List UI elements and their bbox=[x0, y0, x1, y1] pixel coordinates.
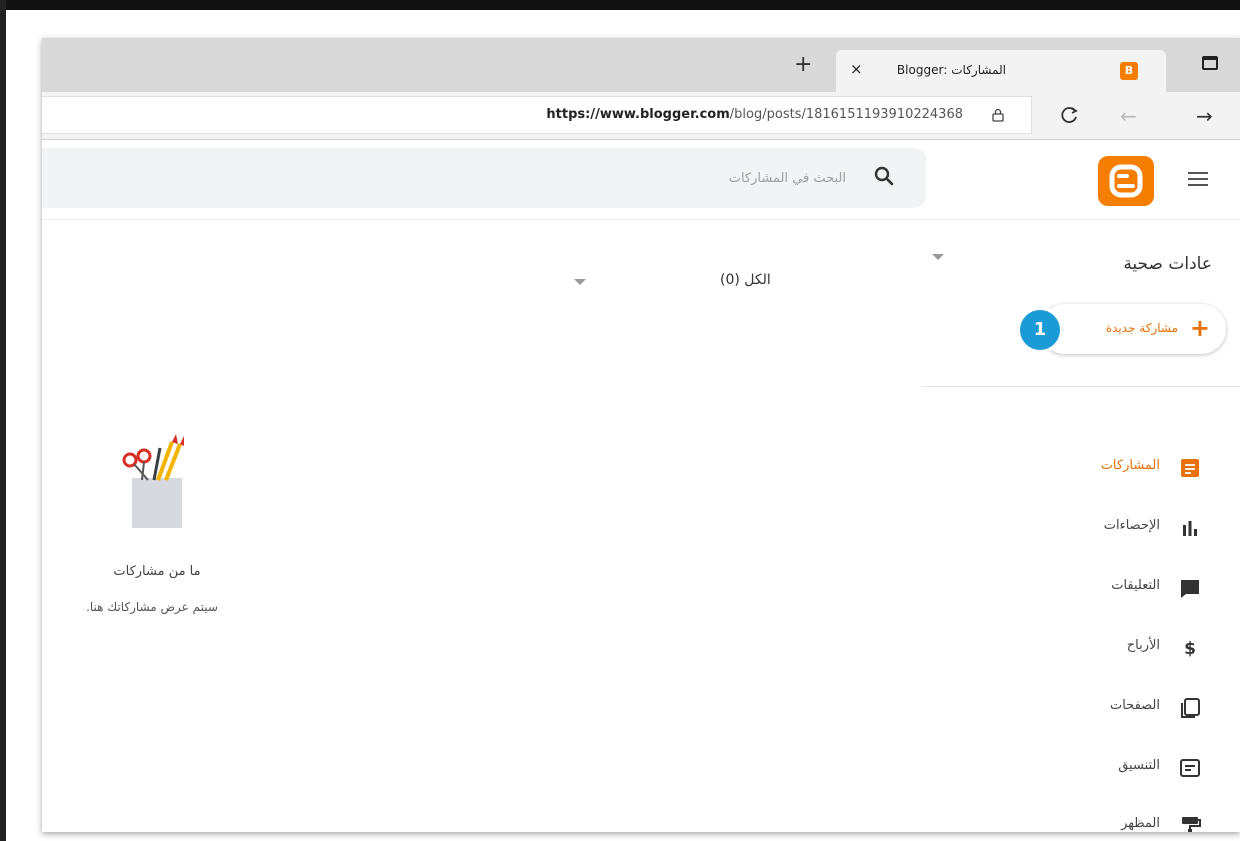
blogger-favicon-icon: B bbox=[1120, 62, 1138, 80]
plus-icon: + bbox=[1189, 314, 1210, 342]
tab-strip: + × المشاركات :Blogger B bbox=[42, 38, 1240, 92]
filter-dropdown-chevron-icon[interactable] bbox=[574, 279, 586, 285]
blogger-logo[interactable] bbox=[1098, 156, 1154, 206]
browser-window: + × المشاركات :Blogger B https://www.blo… bbox=[42, 38, 1240, 832]
theme-icon bbox=[1182, 817, 1201, 832]
empty-state-title: ما من مشاركات bbox=[113, 564, 201, 579]
sidebar-item-stats[interactable]: الإحصاءات bbox=[922, 508, 1240, 548]
posts-icon bbox=[1181, 459, 1199, 477]
earnings-icon: $ bbox=[1184, 639, 1196, 659]
blog-name[interactable]: عادات صحية bbox=[1123, 254, 1212, 274]
pencil-cup-icon bbox=[122, 434, 184, 528]
sidebar-item-label: المشاركات bbox=[1100, 458, 1160, 473]
search-icon[interactable] bbox=[872, 164, 896, 188]
blog-switcher-chevron-icon[interactable] bbox=[932, 254, 944, 260]
new-post-button[interactable]: + مشاركة جديدة bbox=[1040, 304, 1226, 354]
lock-icon[interactable] bbox=[991, 108, 1005, 122]
restore-window-icon[interactable] bbox=[1202, 56, 1218, 70]
browser-toolbar: https://www.blogger.com/blog/posts/18161… bbox=[42, 92, 1240, 140]
browser-tab-active[interactable]: × المشاركات :Blogger B bbox=[836, 50, 1166, 92]
sidebar-item-label: الأرباح bbox=[1126, 638, 1160, 653]
menu-icon[interactable] bbox=[1188, 172, 1208, 186]
screen-left-edge bbox=[0, 0, 6, 841]
svg-text:$: $ bbox=[1184, 639, 1196, 659]
step-badge: 1 bbox=[1020, 310, 1060, 350]
stats-icon bbox=[1183, 521, 1197, 536]
sidebar-item-theme[interactable]: المظهر bbox=[922, 806, 1240, 832]
empty-state-subtitle: سيتم عرض مشاركاتك هنا. bbox=[86, 600, 218, 614]
comments-icon bbox=[1181, 580, 1199, 598]
blogger-header bbox=[42, 140, 1240, 220]
sidebar-divider bbox=[922, 386, 1240, 387]
search-input[interactable] bbox=[546, 164, 846, 192]
pages-icon bbox=[1181, 698, 1200, 718]
sidebar-item-label: الصفحات bbox=[1109, 698, 1160, 713]
forward-icon[interactable]: → bbox=[1196, 104, 1213, 128]
sidebar-item-label: التنسيق bbox=[1118, 758, 1160, 773]
sidebar-item-earnings[interactable]: $ الأرباح bbox=[922, 628, 1240, 668]
address-url: https://www.blogger.com/blog/posts/18161… bbox=[546, 107, 963, 122]
screen-top-edge bbox=[0, 0, 1240, 10]
reload-icon[interactable] bbox=[1060, 105, 1080, 130]
sidebar-item-label: التعليقات bbox=[1111, 578, 1160, 593]
sidebar-item-layout[interactable]: التنسيق bbox=[922, 748, 1240, 788]
layout-icon bbox=[1180, 759, 1200, 777]
new-post-label: مشاركة جديدة bbox=[1105, 321, 1178, 335]
sidebar-item-posts[interactable]: المشاركات bbox=[922, 448, 1240, 488]
sidebar-item-label: المظهر bbox=[1121, 816, 1160, 831]
tab-title: المشاركات :Blogger bbox=[896, 63, 1006, 77]
sidebar-item-comments[interactable]: التعليقات bbox=[922, 568, 1240, 608]
address-bar[interactable]: https://www.blogger.com/blog/posts/18161… bbox=[42, 96, 1032, 134]
new-tab-button[interactable]: + bbox=[794, 52, 812, 77]
close-tab-icon[interactable]: × bbox=[850, 60, 863, 78]
search-bar[interactable] bbox=[42, 148, 926, 208]
sidebar-item-label: الإحصاءات bbox=[1103, 518, 1160, 533]
sidebar-item-pages[interactable]: الصفحات bbox=[922, 688, 1240, 728]
back-icon[interactable]: ← bbox=[1120, 104, 1137, 128]
sidebar: عادات صحية + مشاركة جديدة 1 المشاركات ال… bbox=[922, 220, 1240, 832]
filter-all[interactable]: الكل (0) bbox=[720, 272, 771, 288]
